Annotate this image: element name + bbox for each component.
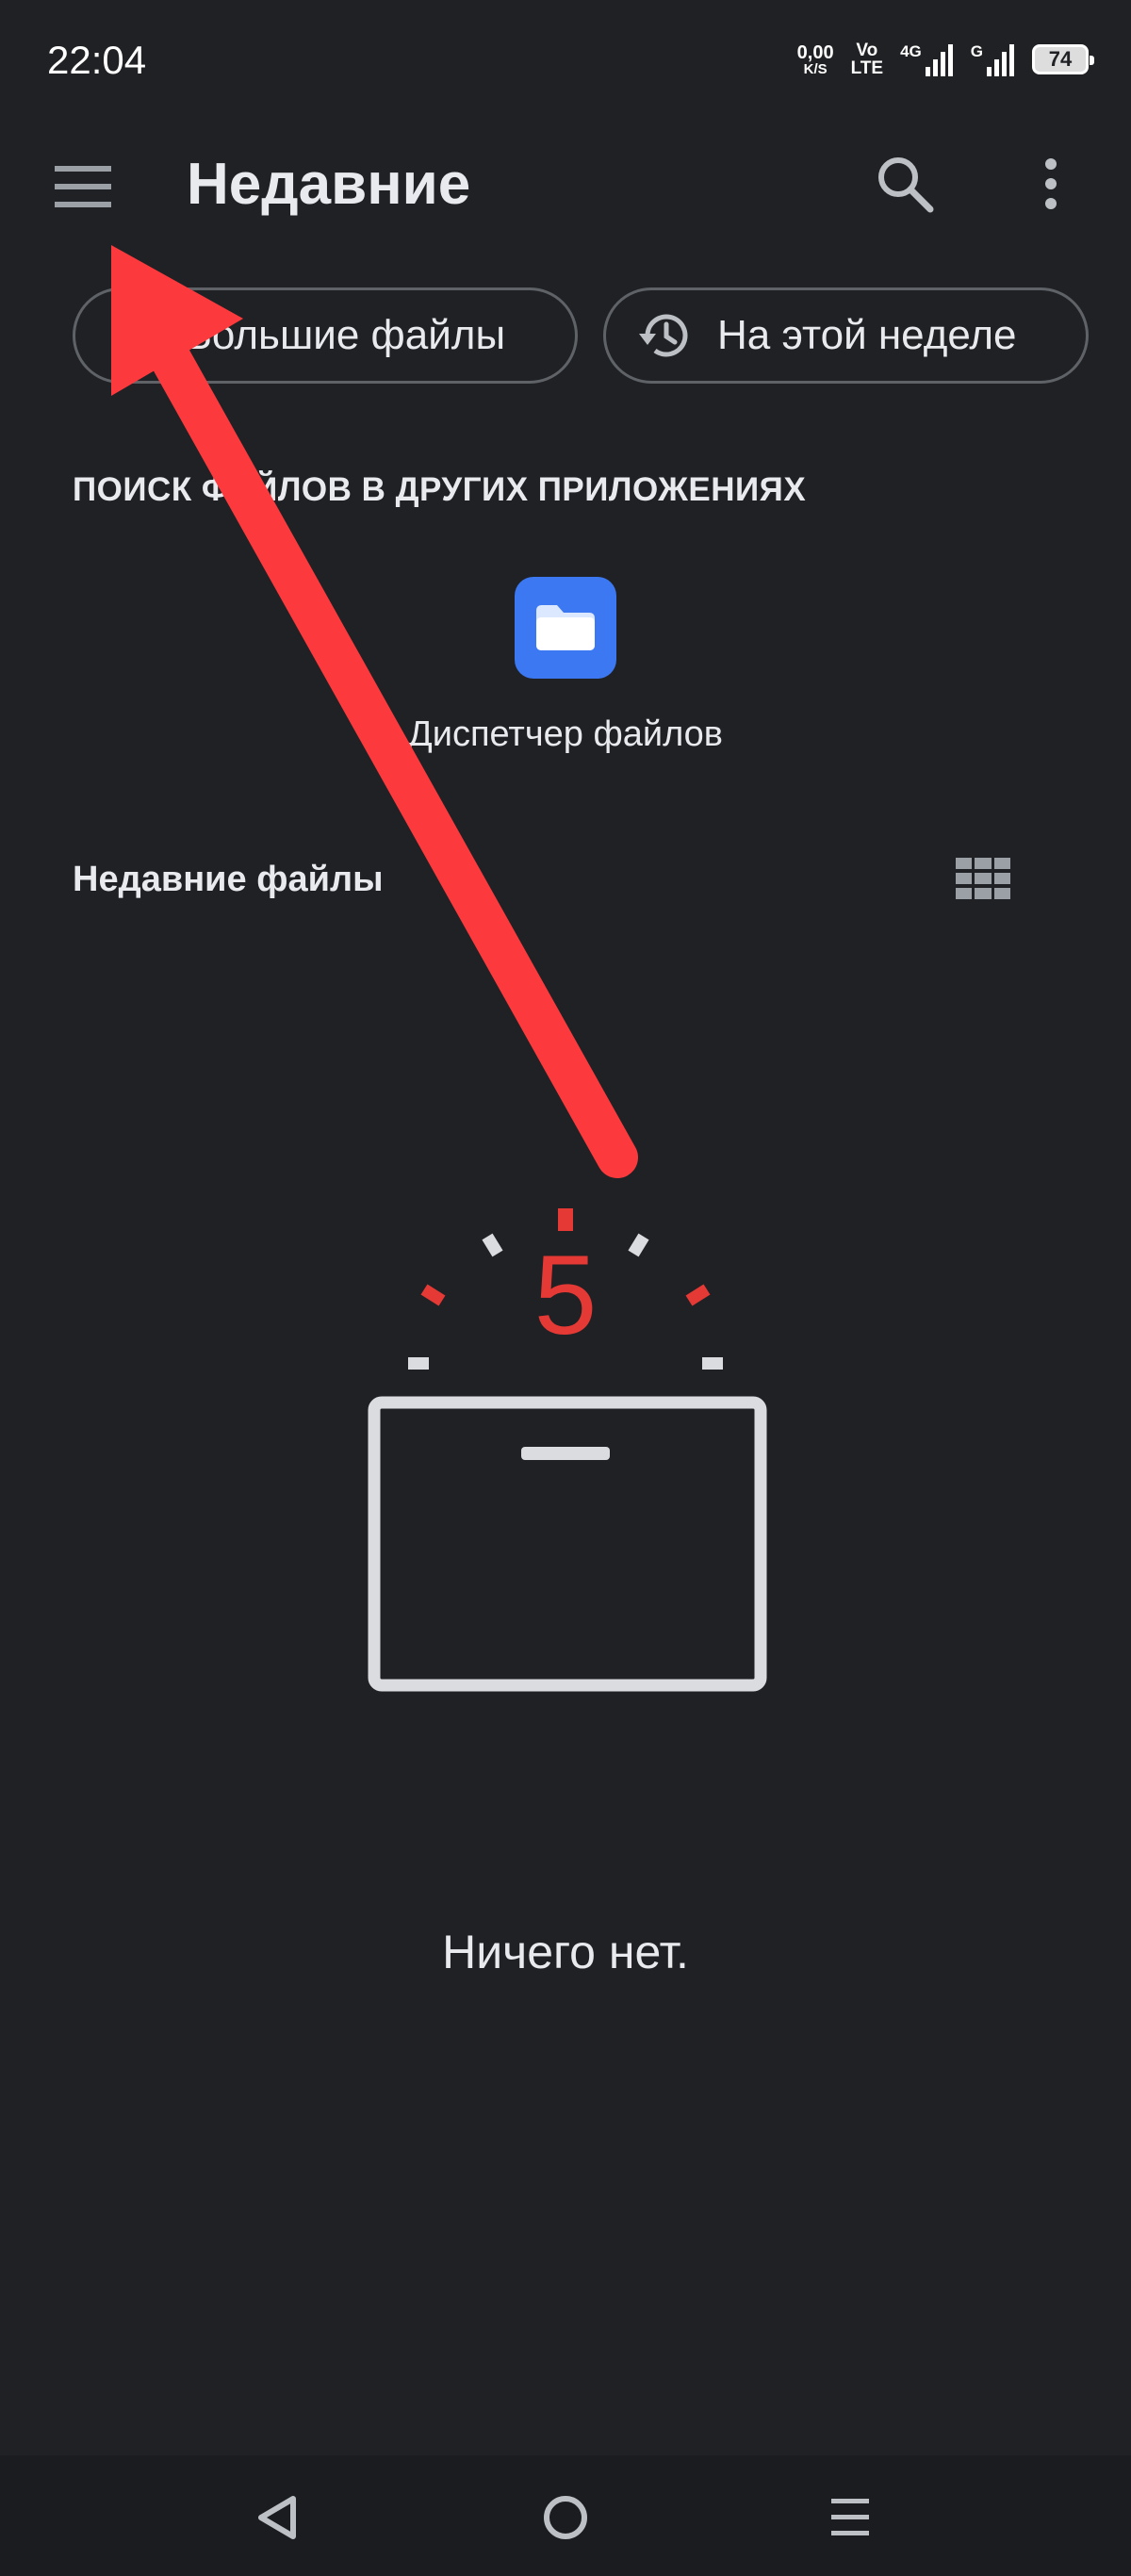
signal-icon [987, 44, 1014, 76]
empty-box-icon: 5 [368, 1208, 767, 1692]
grid-view-icon [956, 858, 1010, 899]
recent-files-title: Недавние файлы [73, 860, 384, 899]
other-apps-heading: ПОИСК ФАЙЛОВ В ДРУГИХ ПРИЛОЖЕНИЯХ [73, 471, 807, 508]
network-speed: 0,00 K/S [797, 43, 834, 76]
volte-bottom: LTE [850, 58, 884, 78]
menu-icon [55, 166, 111, 207]
volte-top: Vo [856, 41, 878, 60]
empty-state-illustration: 5 [349, 1197, 782, 1706]
empty-message: Ничего нет. [442, 1926, 689, 1978]
network-speed-value: 0,00 [796, 41, 834, 63]
chip-label: Большие файлы [185, 312, 506, 358]
file-icon [114, 312, 150, 359]
grid-view-button[interactable] [954, 856, 1012, 901]
folder-icon [536, 605, 595, 650]
chip-label: На этой неделе [717, 312, 1017, 358]
status-time: 22:04 [47, 38, 147, 82]
network-speed-unit: K/S [803, 60, 828, 77]
menu-button[interactable] [49, 158, 117, 215]
home-icon [544, 2496, 587, 2539]
signal-sim2: G [971, 42, 1015, 76]
app-label: Диспетчер файлов [408, 714, 723, 754]
signal-icon [925, 44, 953, 76]
chip-large-files[interactable]: Большие файлы [73, 287, 578, 384]
signal-sim1: 4G [900, 42, 954, 76]
nav-back-button[interactable] [240, 2480, 316, 2555]
search-button[interactable] [872, 151, 938, 217]
empty-badge: 5 [534, 1232, 598, 1358]
back-icon [258, 2496, 296, 2539]
recents-icon [831, 2499, 869, 2535]
network-type-2: G [970, 42, 983, 60]
history-icon [639, 314, 688, 357]
system-nav-bar [0, 2455, 1131, 2576]
battery-icon: 74 [1032, 44, 1094, 74]
network-type-1: 4G [900, 42, 922, 60]
app-icon [515, 577, 616, 679]
status-icons: 0,00 K/S Vo LTE 4G G 74 [797, 41, 1094, 77]
page-title: Недавние [187, 152, 471, 217]
chip-this-week[interactable]: На этой неделе [603, 287, 1089, 384]
app-file-manager[interactable]: Диспетчер файлов [358, 577, 773, 755]
more-vert-icon [1045, 158, 1057, 209]
search-icon [878, 157, 934, 213]
volte-indicator: Vo LTE [851, 41, 883, 77]
nav-recents-button[interactable] [812, 2480, 888, 2555]
more-options-button[interactable] [1027, 151, 1074, 217]
nav-home-button[interactable] [528, 2480, 603, 2555]
